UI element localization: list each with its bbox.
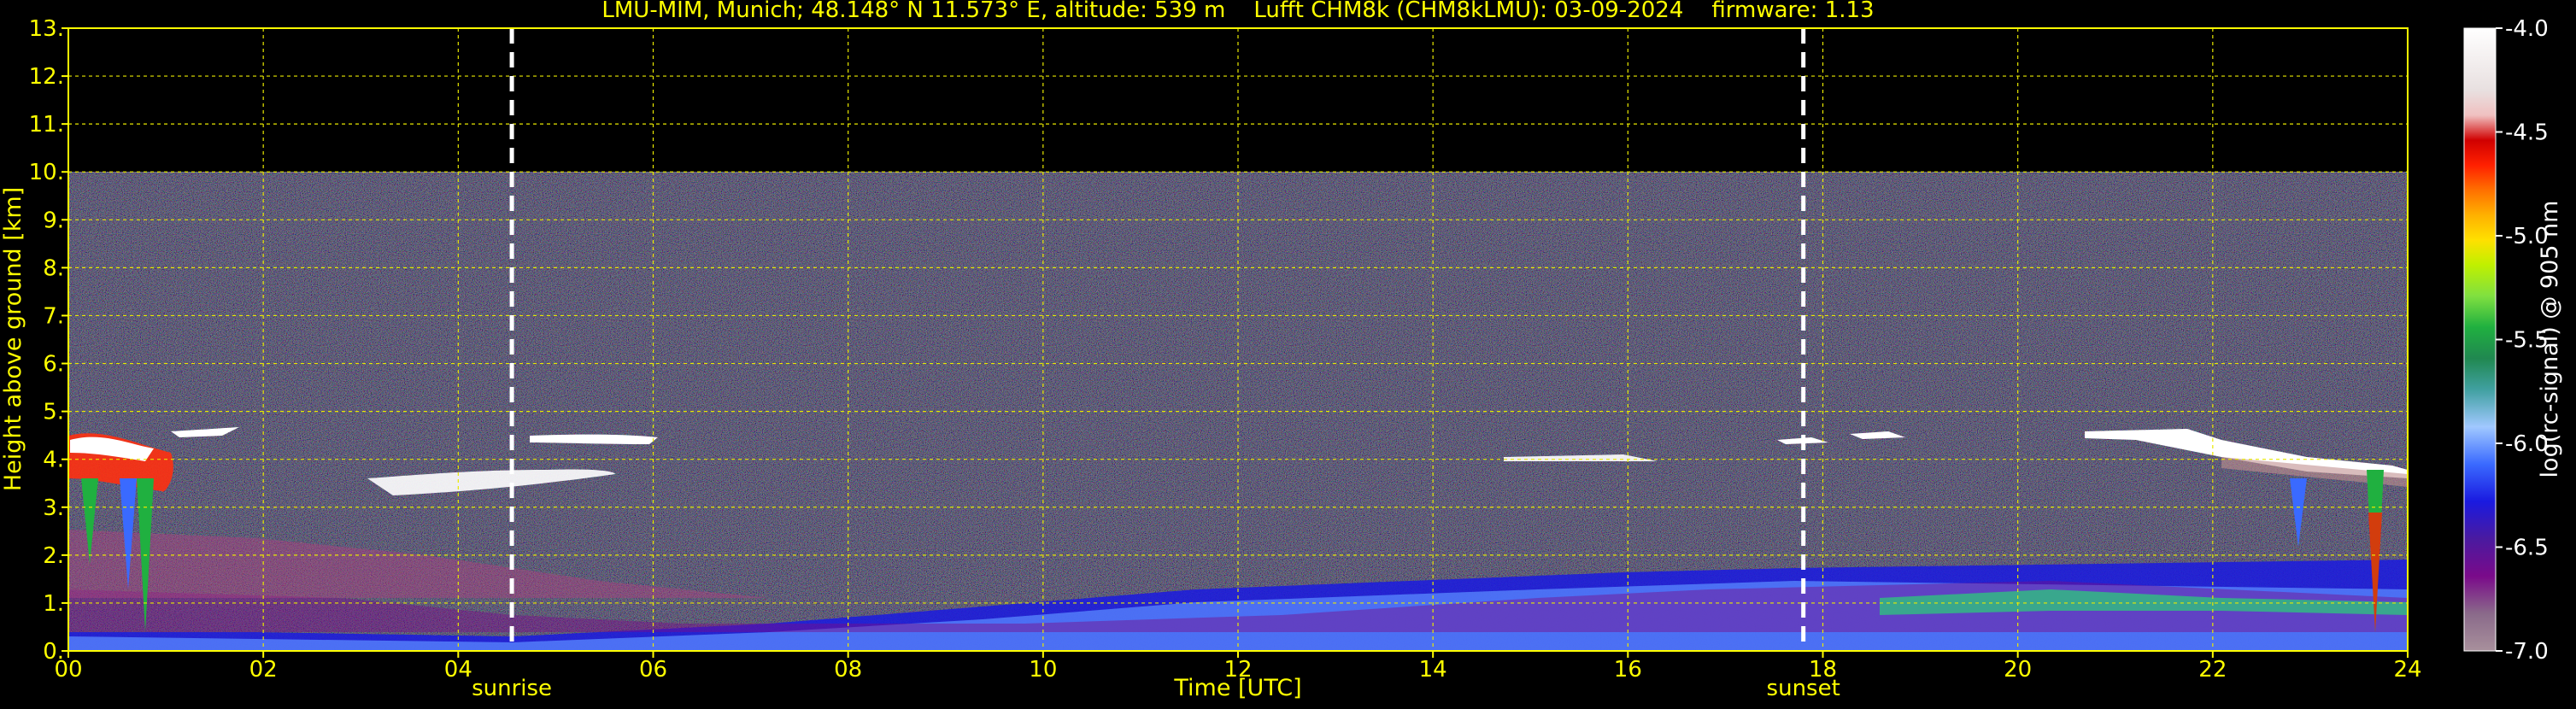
y-tick-label: 13. xyxy=(29,16,64,42)
x-tick-label: 22 xyxy=(2198,657,2227,683)
x-tick-label: 08 xyxy=(834,657,862,683)
chart-title: LMU-MIM, Munich; 48.148° N 11.573° E, al… xyxy=(601,0,1874,23)
y-tick-label: 12. xyxy=(29,64,64,90)
x-tick-label: 06 xyxy=(639,657,667,683)
x-tick-label: 10 xyxy=(1029,657,1057,683)
x-tick-label: 20 xyxy=(2004,657,2032,683)
y-tick-label: 0. xyxy=(43,639,64,665)
x-tick-label: 18 xyxy=(1809,657,1837,683)
sunrise-label: sunrise xyxy=(472,676,552,701)
y-tick-label: 8. xyxy=(43,255,64,281)
ceilometer-chart: sunrise sunset 00 02 04 06 08 10 12 14 16 18 20 22 24… xyxy=(0,0,2576,706)
x-tick-label: 16 xyxy=(1614,657,1642,683)
colorbar-tick-label: -7.0 xyxy=(2505,639,2549,665)
colorbar-label: log(rc-signal) @ 905 nm xyxy=(2537,201,2563,478)
y-tick-label: 10. xyxy=(29,160,64,185)
y-tick-label: 4. xyxy=(43,448,64,473)
x-axis-label: Time [UTC] xyxy=(1173,675,1301,701)
chart-svg: sunrise sunset 00 02 04 06 08 10 12 14 16 18 20 22 24… xyxy=(0,0,2563,701)
y-tick-label: 1. xyxy=(43,591,64,617)
y-tick-label: 7. xyxy=(43,303,64,329)
colorbar xyxy=(2464,28,2496,651)
y-axis-label: Height above ground [km] xyxy=(0,187,26,491)
colorbar-tick-label: -4.0 xyxy=(2505,16,2549,42)
x-tick-label: 24 xyxy=(2393,657,2421,683)
x-tick-label: 14 xyxy=(1419,657,1447,683)
y-tick-label: 11. xyxy=(29,112,64,138)
x-tick-label: 04 xyxy=(444,657,472,683)
y-tick-label: 6. xyxy=(43,352,64,378)
colorbar-tick-label: -6.5 xyxy=(2505,536,2549,561)
y-tick-label: 9. xyxy=(43,208,64,233)
x-tick-label: 02 xyxy=(249,657,278,683)
y-tick-label: 5. xyxy=(43,400,64,425)
y-tick-labels: 0. 1. 2. 3. 4. 5. 6. 7. 8. 9. 10. 11. 12. 13. xyxy=(29,16,68,665)
y-tick-label: 3. xyxy=(43,495,64,521)
colorbar-tick-label: -4.5 xyxy=(2505,120,2549,146)
y-tick-label: 2. xyxy=(43,543,64,569)
